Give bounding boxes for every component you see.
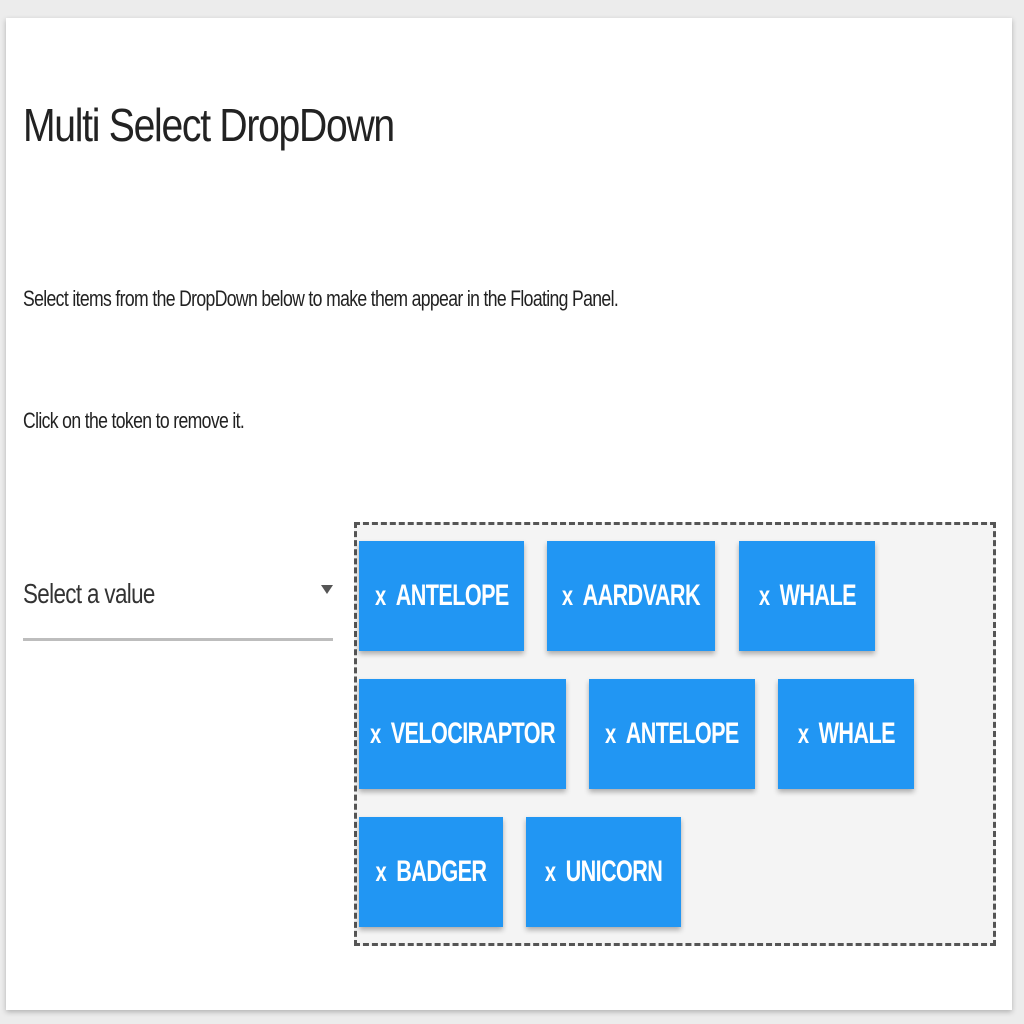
demo-card: Multi Select DropDown Select items from …: [6, 18, 1012, 1010]
token-label: AARDVARK: [582, 579, 701, 612]
remove-icon: x: [797, 718, 809, 749]
token-antelope[interactable]: x ANTELOPE: [589, 679, 755, 789]
page-hint: Click on the token to remove it.: [23, 408, 245, 433]
token-label: UNICORN: [565, 855, 663, 888]
token-whale[interactable]: x WHALE: [739, 541, 875, 651]
dropdown-placeholder: Select a value: [23, 578, 155, 609]
page-description: Select items from the DropDown below to …: [23, 286, 619, 311]
floating-panel: x ANTELOPE x AARDVARK x WHALE x VELOCIRAPTOR…: [354, 522, 996, 946]
remove-icon: x: [369, 718, 381, 749]
caret-down-icon: [321, 585, 333, 594]
value-dropdown[interactable]: Select a value: [23, 558, 333, 641]
token-label: WHALE: [818, 717, 895, 750]
token-label: ANTELOPE: [395, 579, 509, 612]
token-velociraptor[interactable]: x VELOCIRAPTOR: [359, 679, 566, 789]
token-whale[interactable]: x WHALE: [778, 679, 914, 789]
token-label: WHALE: [779, 579, 856, 612]
token-aardvark[interactable]: x AARDVARK: [547, 541, 715, 651]
remove-icon: x: [374, 580, 386, 611]
token-badger[interactable]: x BADGER: [359, 817, 503, 927]
page-title: Multi Select DropDown: [23, 99, 395, 151]
token-unicorn[interactable]: x UNICORN: [526, 817, 681, 927]
remove-icon: x: [375, 856, 387, 887]
remove-icon: x: [758, 580, 770, 611]
remove-icon: x: [561, 580, 573, 611]
remove-icon: x: [605, 718, 616, 749]
remove-icon: x: [544, 856, 556, 887]
token-antelope[interactable]: x ANTELOPE: [359, 541, 524, 651]
token-label: ANTELOPE: [625, 717, 740, 750]
token-label: BADGER: [396, 855, 487, 888]
token-label: VELOCIRAPTOR: [390, 717, 556, 750]
